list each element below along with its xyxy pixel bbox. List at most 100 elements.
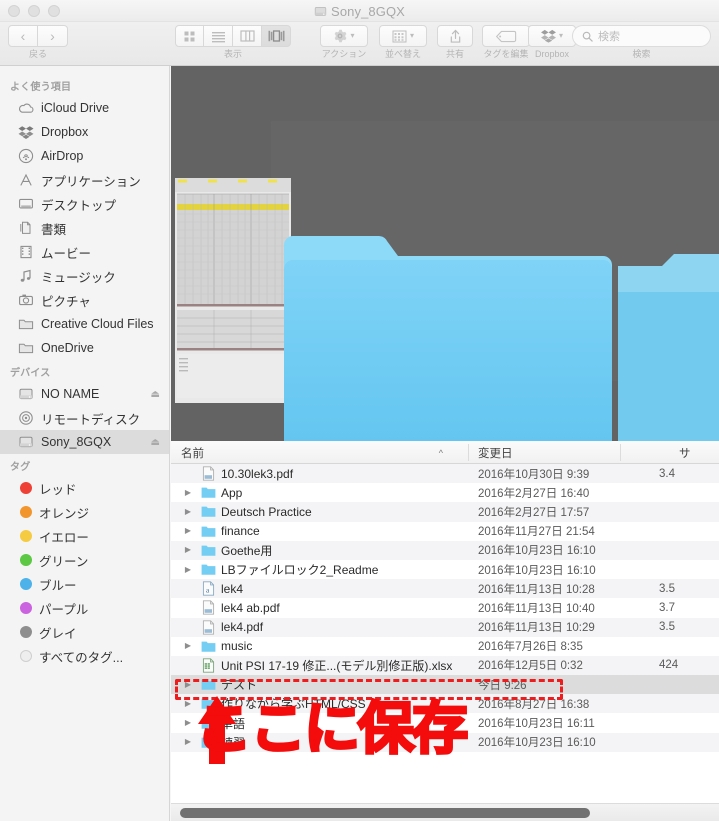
- column-headers[interactable]: 名前 ^ 変更日 サ: [171, 441, 719, 464]
- sidebar-item-airdrop[interactable]: AirDrop: [0, 144, 169, 168]
- file-name: finance: [221, 524, 260, 539]
- file-name: テスト: [221, 678, 258, 693]
- sidebar-item-label: Sony_8GQX: [41, 435, 112, 449]
- sort-group: ▾ 並べ替え: [379, 25, 427, 59]
- table-row[interactable]: ▶ finance 2016年11月27日 21:54: [171, 522, 719, 541]
- sidebar-item-ミュージック[interactable]: ミュージック: [0, 264, 169, 288]
- sidebar-item-レッド[interactable]: レッド: [0, 476, 169, 500]
- navigation-group: ‹ › 戻る: [8, 25, 68, 59]
- disclosure-triangle-icon[interactable]: ▶: [183, 565, 193, 574]
- icon-view-button[interactable]: [175, 25, 204, 47]
- dropbox-button[interactable]: ▾: [528, 25, 576, 47]
- spreadsheet-thumbnail[interactable]: [175, 178, 291, 403]
- file-name: LBファイルロック2_Readme: [221, 563, 379, 578]
- toolbar: ‹ › 戻る 表示 ▾ アクション ▾ 並べ替え 共有 タグを編集 ▾ Drop…: [0, 22, 719, 66]
- sidebar-item-書類[interactable]: 書類: [0, 216, 169, 240]
- file-date: 2016年10月23日 16:10: [478, 737, 596, 750]
- list-view-button[interactable]: [204, 25, 233, 47]
- table-row[interactable]: ▶ App 2016年2月27日 16:40: [171, 483, 719, 502]
- edit-tags-label: タグを編集: [483, 49, 529, 59]
- horizontal-scrollbar[interactable]: [171, 803, 719, 821]
- table-row[interactable]: ▶ LBファイルロック2_Readme 2016年10月23日 16:10: [171, 560, 719, 579]
- sidebar-item-onedrive[interactable]: OneDrive: [0, 336, 169, 360]
- scrollbar-thumb[interactable]: [180, 808, 590, 818]
- sidebar-item-デスクトップ[interactable]: デスクトップ: [0, 192, 169, 216]
- sidebar-item-リモートディスク[interactable]: リモートディスク: [0, 406, 169, 430]
- action-button[interactable]: ▾: [320, 25, 368, 47]
- sidebar-item-アプリケーション[interactable]: アプリケーション: [0, 168, 169, 192]
- eject-icon[interactable]: ⏏: [151, 437, 160, 448]
- column-view-button[interactable]: [233, 25, 262, 47]
- disclosure-triangle-icon[interactable]: ▶: [183, 527, 193, 535]
- sidebar-item-creative-cloud-files[interactable]: Creative Cloud Files: [0, 312, 169, 336]
- sort-label: 並べ替え: [384, 49, 421, 59]
- chevron-down-icon: ▾: [409, 31, 414, 40]
- sidebar-item-オレンジ[interactable]: オレンジ: [0, 500, 169, 524]
- forward-button[interactable]: ›: [38, 25, 68, 47]
- sort-indicator-icon: ^: [438, 447, 443, 458]
- sidebar-item-グレイ[interactable]: グレイ: [0, 620, 169, 644]
- sidebar-item-グリーン[interactable]: グリーン: [0, 548, 169, 572]
- column-header-size-label: サ: [679, 447, 691, 460]
- disclosure-triangle-icon[interactable]: ▶: [183, 738, 193, 746]
- window-title: Sony_8GQX: [331, 3, 405, 19]
- sidebar-item-ムービー[interactable]: ムービー: [0, 240, 169, 264]
- sidebar-item-イエロー[interactable]: イエロー: [0, 524, 169, 548]
- coverflow-view-button[interactable]: [262, 25, 291, 47]
- disclosure-triangle-icon[interactable]: ▶: [183, 680, 193, 689]
- table-row[interactable]: lek4.pdf 2016年11月13日 10:29 3.5: [171, 617, 719, 637]
- selected-folder-icon[interactable]: [283, 234, 613, 441]
- adjacent-folder-icon[interactable]: [618, 252, 719, 441]
- dropbox-group: ▾ Dropbox: [528, 25, 576, 59]
- sidebar-item-icloud-drive[interactable]: iCloud Drive: [0, 96, 169, 120]
- dropbox-icon: [18, 126, 34, 139]
- sidebar-item-ブルー[interactable]: ブルー: [0, 572, 169, 596]
- file-date: 2016年12月5日 0:32: [478, 660, 583, 673]
- table-row[interactable]: ▶ Goethe用 2016年10月23日 16:10: [171, 540, 719, 560]
- sidebar-item-ピクチャ[interactable]: ピクチャ: [0, 288, 169, 312]
- dropbox-icon: [541, 29, 556, 43]
- all-tags-icon: [20, 650, 32, 662]
- table-row[interactable]: 10.30lek3.pdf 2016年10月30日 9:39 3.4: [171, 464, 719, 484]
- sidebar-item-dropbox[interactable]: Dropbox: [0, 120, 169, 144]
- sidebar-item-sony_8gqx[interactable]: Sony_8GQX ⏏: [0, 430, 169, 454]
- sidebar-item-パープル[interactable]: パープル: [0, 596, 169, 620]
- table-row[interactable]: ▶ music 2016年7月26日 8:35: [171, 637, 719, 656]
- tag-dot-icon: [20, 626, 32, 638]
- table-row[interactable]: ▶ Deutsch Practice 2016年2月27日 17:57: [171, 502, 719, 522]
- table-row[interactable]: ▶ テスト 今日 9:26: [171, 675, 719, 695]
- sort-button[interactable]: ▾: [379, 25, 427, 47]
- disclosure-triangle-icon[interactable]: ▶: [183, 507, 193, 516]
- file-list[interactable]: 名前 ^ 変更日 サ 10.30lek3.pdf 2016年10月30日 9:39…: [171, 441, 719, 821]
- applications-icon: [20, 173, 32, 186]
- disclosure-triangle-icon[interactable]: ▶: [183, 488, 193, 497]
- column-header-date[interactable]: 変更日: [469, 441, 621, 464]
- edit-tags-button[interactable]: [482, 25, 530, 47]
- file-name: lek4: [221, 581, 244, 596]
- sidebar-item-no-name[interactable]: NO NAME ⏏: [0, 382, 169, 406]
- file-date: 2016年11月13日 10:40: [478, 602, 595, 615]
- share-button[interactable]: [437, 25, 473, 47]
- sidebar[interactable]: よく使う項目 iCloud Drive Dropbox AirDrop アプリケーション…: [0, 66, 170, 821]
- chevron-right-icon: ›: [50, 28, 55, 44]
- column-header-name[interactable]: 名前 ^: [171, 441, 469, 464]
- table-row[interactable]: lek4 ab.pdf 2016年11月13日 10:40 3.7: [171, 598, 719, 617]
- sidebar-item-すべてのタグ-[interactable]: すべてのタグ...: [0, 644, 169, 668]
- search-placeholder: 検索: [598, 31, 620, 43]
- disclosure-triangle-icon[interactable]: ▶: [183, 719, 193, 727]
- disclosure-triangle-icon[interactable]: ▶: [183, 546, 193, 554]
- column-header-size[interactable]: サ: [621, 441, 719, 464]
- file-size: 3.5: [659, 621, 675, 634]
- search-field[interactable]: 検索: [572, 25, 711, 47]
- disclosure-triangle-icon[interactable]: ▶: [183, 642, 193, 650]
- coverflow-preview-pane[interactable]: テスト: [171, 66, 719, 441]
- disclosure-triangle-icon[interactable]: ▶: [183, 699, 193, 708]
- table-row[interactable]: Unit PSI 17-19 修正...(モデル別修正版).xlsx 2016年1…: [171, 655, 719, 676]
- back-button[interactable]: ‹: [8, 25, 38, 47]
- sidebar-item-label: パープル: [39, 602, 89, 617]
- table-row[interactable]: a lek4 2016年11月13日 10:28 3.5: [171, 579, 719, 599]
- sidebar-item-label: すべてのタグ...: [39, 650, 124, 665]
- eject-icon[interactable]: ⏏: [151, 389, 160, 400]
- action-group: ▾ アクション: [320, 25, 368, 59]
- sidebar-item-label: AirDrop: [41, 149, 84, 163]
